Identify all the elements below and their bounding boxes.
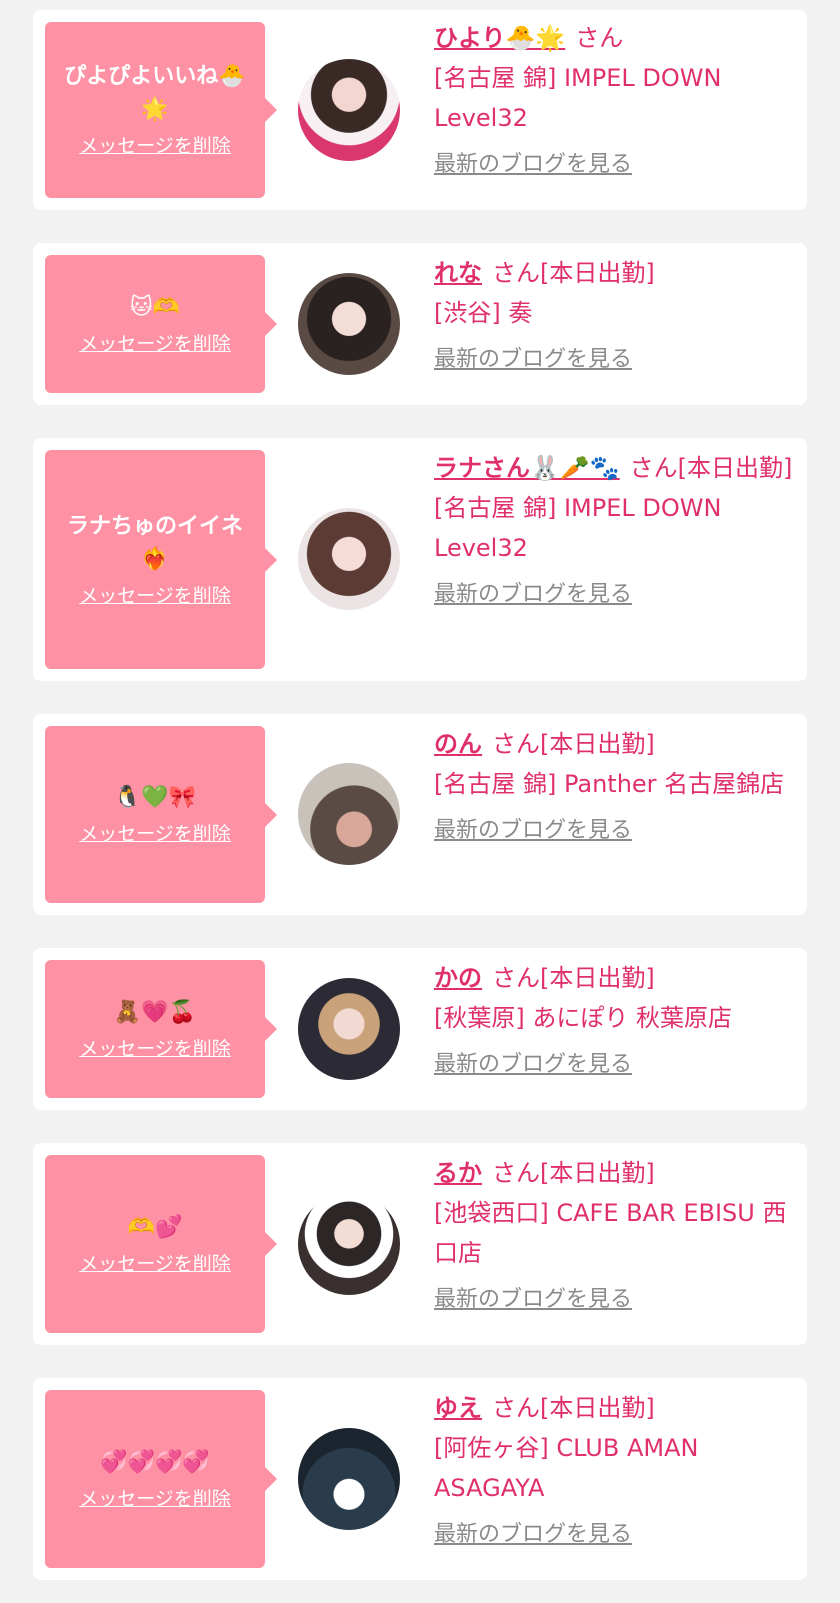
shop-name: [渋谷] 奏 [434,299,533,327]
list-item: 🫶💕 メッセージを削除 るか さん[本日出勤] [池袋西口] CAFE BAR E… [33,1143,807,1345]
list-item: 💞💞💞💞 メッセージを削除 ゆえ さん[本日出勤] [阿佐ヶ谷] CLUB AMA… [33,1378,807,1580]
name-suffix: さん[本日出勤] [629,454,793,482]
message-bubble: ぴよぴよいいね🐣🌟 メッセージを削除 [45,22,277,198]
list-item: ぴよぴよいいね🐣🌟 メッセージを削除 ひより🐣🌟 さん [名古屋 錦] IMPEL… [33,10,807,210]
delete-message-link[interactable]: メッセージを削除 [79,132,231,160]
latest-blog-link[interactable]: 最新のブログを見る [434,148,632,182]
avatar[interactable] [298,978,400,1080]
cast-name-line: のん さん[本日出勤] [434,724,793,764]
message-bubble: 🐧💚🎀 メッセージを削除 [45,726,277,903]
cast-info: ひより🐣🌟 さん [名古屋 錦] IMPEL DOWN Level32 最新のブロ… [434,18,793,182]
avatar[interactable] [298,763,400,865]
latest-blog-link[interactable]: 最新のブログを見る [434,1048,632,1082]
cast-name-link[interactable]: かの [434,964,482,992]
message-text: ぴよぴよいいね🐣🌟 [64,64,246,122]
cast-name-link[interactable]: ゆえ [434,1394,482,1422]
list-item: 🐱🫶 メッセージを削除 れな さん[本日出勤] [渋谷] 奏 最新のブログを見る [33,243,807,405]
cast-name-line: かの さん[本日出勤] [434,958,793,998]
name-suffix: さん[本日出勤] [492,1394,655,1422]
latest-blog-link[interactable]: 最新のブログを見る [434,1283,632,1317]
message-text: 🫶💕 [127,1214,183,1240]
name-suffix: さん [575,24,624,52]
cast-name-line: ひより🐣🌟 さん [434,18,793,58]
cast-info: ゆえ さん[本日出勤] [阿佐ヶ谷] CLUB AMAN ASAGAYA 最新のブ… [434,1388,793,1552]
cast-name-link[interactable]: のん [434,730,482,758]
name-suffix: さん[本日出勤] [492,730,655,758]
message-bubble: 🐱🫶 メッセージを削除 [45,255,277,393]
delete-message-link[interactable]: メッセージを削除 [79,1035,231,1063]
cast-name-line: るか さん[本日出勤] [434,1153,793,1193]
list-item: 🐧💚🎀 メッセージを削除 のん さん[本日出勤] [名古屋 錦] Panther … [33,714,807,915]
latest-blog-link[interactable]: 最新のブログを見る [434,343,632,377]
shop-name: [名古屋 錦] Panther 名古屋錦店 [434,770,785,798]
delete-message-link[interactable]: メッセージを削除 [79,1250,231,1278]
delete-message-link[interactable]: メッセージを削除 [79,582,231,610]
message-bubble: 🧸💗🍒 メッセージを削除 [45,960,277,1098]
delete-message-link[interactable]: メッセージを削除 [79,330,231,358]
avatar[interactable] [298,273,400,375]
cast-name-link[interactable]: ひより🐣🌟 [434,24,565,52]
delete-message-link[interactable]: メッセージを削除 [79,1485,231,1513]
cast-name-link[interactable]: ラナさん🐰🥕🐾 [434,454,620,482]
cast-info: ラナさん🐰🥕🐾 さん[本日出勤] [名古屋 錦] IMPEL DOWN Level… [434,448,793,612]
cast-info: れな さん[本日出勤] [渋谷] 奏 最新のブログを見る [434,253,793,377]
delete-message-link[interactable]: メッセージを削除 [79,820,231,848]
name-suffix: さん[本日出勤] [492,1159,655,1187]
message-text: 🧸💗🍒 [113,999,197,1025]
latest-blog-link[interactable]: 最新のブログを見る [434,578,632,612]
latest-blog-link[interactable]: 最新のブログを見る [434,814,632,848]
message-bubble: ラナちゅのイイネ❤️‍🔥 メッセージを削除 [45,450,277,669]
message-text: ラナちゅのイイネ❤️‍🔥 [66,513,243,572]
shop-name: [名古屋 錦] IMPEL DOWN Level32 [434,494,722,562]
latest-blog-link[interactable]: 最新のブログを見る [434,1518,632,1552]
avatar[interactable] [298,59,400,161]
message-bubble: 🫶💕 メッセージを削除 [45,1155,277,1333]
cast-name-line: れな さん[本日出勤] [434,253,793,293]
list-item: 🧸💗🍒 メッセージを削除 かの さん[本日出勤] [秋葉原] あにぽり 秋葉原店 … [33,948,807,1110]
name-suffix: さん[本日出勤] [492,964,655,992]
cast-info: かの さん[本日出勤] [秋葉原] あにぽり 秋葉原店 最新のブログを見る [434,958,793,1082]
cast-name-link[interactable]: れな [434,259,482,287]
avatar[interactable] [298,1193,400,1295]
shop-name: [阿佐ヶ谷] CLUB AMAN ASAGAYA [434,1434,699,1502]
message-text: 🐧💚🎀 [113,785,197,810]
cast-info: のん さん[本日出勤] [名古屋 錦] Panther 名古屋錦店 最新のブログを… [434,724,793,848]
message-text: 💞💞💞💞 [100,1449,210,1475]
cast-name-link[interactable]: るか [434,1159,482,1187]
cast-name-line: ラナさん🐰🥕🐾 さん[本日出勤] [434,448,793,488]
message-bubble: 💞💞💞💞 メッセージを削除 [45,1390,277,1568]
message-text: 🐱🫶 [129,294,181,320]
shop-name: [名古屋 錦] IMPEL DOWN Level32 [434,64,722,132]
cast-info: るか さん[本日出勤] [池袋西口] CAFE BAR EBISU 西口店 最新の… [434,1153,793,1317]
avatar[interactable] [298,1428,400,1530]
name-suffix: さん[本日出勤] [492,259,655,287]
cast-name-line: ゆえ さん[本日出勤] [434,1388,793,1428]
list-item: ラナちゅのイイネ❤️‍🔥 メッセージを削除 ラナさん🐰🥕🐾 さん[本日出勤] [名… [33,438,807,681]
avatar[interactable] [298,508,400,610]
shop-name: [秋葉原] あにぽり 秋葉原店 [434,1004,732,1032]
shop-name: [池袋西口] CAFE BAR EBISU 西口店 [434,1199,787,1267]
